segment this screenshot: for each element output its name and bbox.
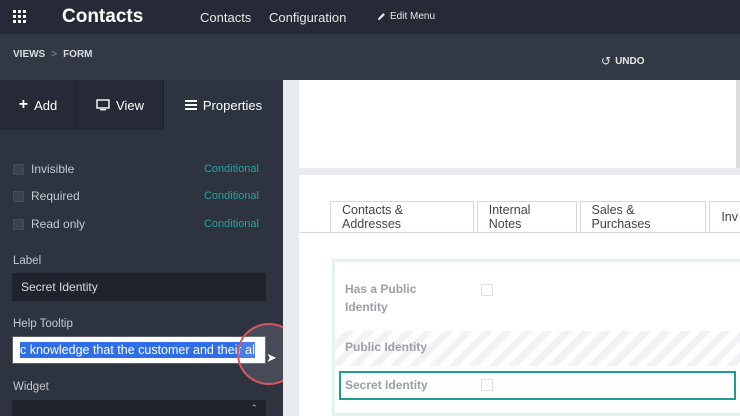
monitor-icon: [96, 99, 110, 111]
tabs-underline: [299, 232, 740, 233]
label-input[interactable]: Secret Identity: [12, 273, 266, 301]
select-arrows-icon: ⌃ ⌄: [250, 403, 258, 416]
widget-title: Widget: [13, 381, 49, 393]
tab-add[interactable]: + Add: [0, 80, 77, 130]
breadcrumb-views[interactable]: VIEWS: [13, 49, 45, 60]
invisible-conditional-link[interactable]: Conditional: [204, 163, 259, 175]
public-identity-label: Public Identity: [345, 340, 428, 354]
plus-icon: +: [18, 96, 29, 113]
breadcrumb-separator: >: [51, 49, 58, 60]
readonly-option: Read only Conditional: [13, 216, 259, 232]
list-icon: [184, 100, 197, 110]
apps-grid-icon[interactable]: [13, 10, 28, 24]
undo-button[interactable]: ↺ UNDO: [601, 54, 645, 68]
invisible-checkbox[interactable]: [13, 163, 24, 175]
help-tooltip-title: Help Tooltip: [13, 318, 73, 330]
widget-select[interactable]: ⌃ ⌄: [12, 400, 266, 416]
has-public-identity-checkbox[interactable]: [481, 284, 493, 296]
readonly-label: Read only: [31, 217, 86, 231]
app-title[interactable]: Contacts: [62, 6, 143, 28]
required-label: Required: [31, 189, 80, 203]
tab-properties[interactable]: Properties: [164, 80, 283, 130]
readonly-checkbox[interactable]: [13, 218, 24, 230]
pencil-icon: [377, 13, 385, 21]
breadcrumb: VIEWS > FORM: [13, 49, 93, 60]
tab-contacts-addresses[interactable]: Contacts & Addresses: [330, 201, 474, 232]
studio-subbar: VIEWS > FORM ↺ UNDO: [0, 34, 740, 80]
edit-menu-label: Edit Menu: [390, 11, 436, 22]
sheet-edge: [736, 80, 740, 168]
notebook-tabs: Contacts & Addresses Internal Notes Sale…: [330, 201, 740, 232]
tab-inventory[interactable]: Inv: [709, 201, 740, 232]
undo-icon: ↺: [601, 54, 612, 68]
tab-internal-notes[interactable]: Internal Notes: [476, 201, 577, 232]
required-conditional-link[interactable]: Conditional: [204, 190, 259, 202]
menu-contacts[interactable]: Contacts: [200, 10, 251, 25]
required-option: Required Conditional: [13, 188, 259, 204]
tab-view-label: View: [116, 97, 144, 113]
label-title: Label: [13, 255, 42, 267]
tab-sales-purchases[interactable]: Sales & Purchases: [579, 201, 707, 232]
menu-configuration[interactable]: Configuration: [269, 10, 346, 25]
invisible-label: Invisible: [31, 162, 75, 176]
invisible-option: Invisible Conditional: [13, 161, 259, 177]
sidebar-tabs: + Add View Properties: [0, 80, 283, 130]
tab-add-label: Add: [34, 97, 58, 113]
tab-properties-label: Properties: [202, 97, 263, 113]
readonly-conditional-link[interactable]: Conditional: [204, 218, 259, 230]
breadcrumb-form: FORM: [63, 49, 93, 60]
tab-view[interactable]: View: [77, 80, 164, 130]
has-public-identity-label[interactable]: Has a Public Identity: [345, 280, 445, 316]
secret-identity-label: Secret Identity: [345, 378, 428, 392]
undo-label: UNDO: [615, 55, 645, 67]
secret-identity-checkbox[interactable]: [481, 379, 493, 391]
top-navbar: Contacts Contacts Configuration Edit Men…: [0, 0, 740, 34]
required-checkbox[interactable]: [13, 190, 24, 202]
help-tooltip-input[interactable]: c knowledge that the customer and their …: [12, 336, 266, 364]
mouse-cursor-icon: ➤: [266, 350, 277, 365]
edit-menu-button[interactable]: Edit Menu: [377, 11, 435, 22]
form-header-sheet: [299, 80, 740, 168]
selected-tooltip-text: c knowledge that the customer and their …: [20, 342, 255, 358]
